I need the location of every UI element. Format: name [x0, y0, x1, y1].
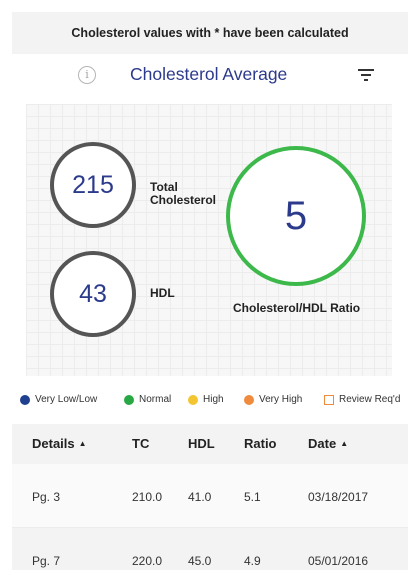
cell-date: 03/18/2017: [308, 490, 369, 504]
column-header-tc: TC: [132, 436, 150, 451]
total-cholesterol-label: Total Cholesterol: [150, 180, 217, 207]
column-header-label: Date: [308, 436, 337, 451]
hdl-value: 43: [79, 279, 107, 308]
very-high-dot-icon: [244, 394, 254, 405]
legend-label: Very High: [259, 394, 303, 405]
table-row[interactable]: Pg. 7 220.0 45.0 4.9 05/01/2016: [12, 528, 408, 570]
legend-item-normal: Normal: [124, 394, 171, 405]
normal-dot-icon: [124, 394, 134, 405]
total-cholesterol-value: 215: [72, 170, 114, 199]
legend-label: Very Low/Low: [35, 394, 98, 405]
cell-ratio: 4.9: [244, 554, 261, 568]
high-dot-icon: [188, 394, 198, 405]
filter-line-middle: [361, 74, 371, 76]
filter-line-top: [358, 69, 374, 71]
ratio-value: 5: [284, 193, 308, 238]
column-header-ratio: Ratio: [244, 436, 277, 451]
calculated-values-notice: Cholesterol values with * have been calc…: [12, 12, 408, 54]
legend-label: High: [203, 394, 224, 405]
filter-icon[interactable]: [358, 68, 374, 82]
ratio-circle[interactable]: 5: [226, 146, 366, 286]
column-header-details[interactable]: Details ▲: [32, 436, 87, 451]
review-square-icon: [324, 394, 334, 405]
legend-label: Review Req'd: [339, 394, 401, 405]
average-header: i Cholesterol Average: [12, 58, 408, 94]
cell-tc: 220.0: [132, 554, 163, 568]
cell-details: Pg. 7: [32, 554, 61, 568]
table-header: Details ▲ TC HDL Ratio Date ▲: [12, 424, 408, 464]
hdl-label: HDL: [150, 286, 175, 300]
ratio-label: Cholesterol/HDL Ratio: [233, 301, 361, 315]
cell-hdl: 45.0: [188, 554, 212, 568]
cell-date: 05/01/2016: [308, 554, 369, 568]
legend-item-very-high: Very High: [244, 394, 302, 405]
info-icon[interactable]: i: [78, 66, 96, 84]
cell-hdl: 41.0: [188, 490, 212, 504]
very-low-dot-icon: [20, 394, 30, 405]
total-cholesterol-circle[interactable]: 215: [50, 142, 136, 228]
page-title: Cholesterol Average: [130, 64, 288, 84]
table-row[interactable]: Pg. 3 210.0 41.0 5.1 03/18/2017: [12, 464, 408, 528]
legend-item-very-low: Very Low/Low: [20, 394, 97, 405]
status-legend: Very Low/Low Normal High Very High Revie…: [16, 394, 412, 410]
cell-tc: 210.0: [132, 490, 163, 504]
legend-item-high: High: [188, 394, 224, 405]
filter-line-bottom: [364, 79, 368, 81]
sort-ascending-icon: ▲: [78, 439, 87, 448]
column-header-label: Details: [32, 436, 75, 451]
readings-table: Details ▲ TC HDL Ratio Date ▲ Pg. 3 210.0 …: [12, 424, 408, 570]
cell-ratio: 5.1: [244, 490, 261, 504]
column-header-hdl: HDL: [188, 436, 215, 451]
legend-item-review-required: Review Req'd: [324, 394, 400, 405]
cell-details: Pg. 3: [32, 490, 61, 504]
legend-label: Normal: [139, 394, 172, 405]
column-header-date[interactable]: Date ▲: [308, 436, 348, 451]
hdl-circle[interactable]: 43: [50, 251, 136, 337]
sort-ascending-icon: ▲: [340, 439, 349, 448]
